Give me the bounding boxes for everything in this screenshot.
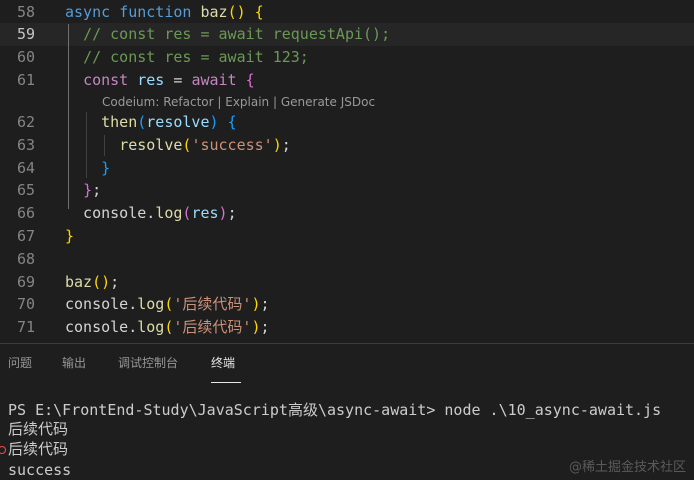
code-line[interactable]: 71 console.log('后续代码');	[0, 316, 694, 339]
code-line[interactable]: 65 };	[0, 179, 694, 202]
panel-tab-bar: 问题 输出 调试控制台 终端	[0, 344, 694, 384]
code-line[interactable]: 58 async function baz() {	[0, 1, 694, 24]
line-number: 64	[16, 159, 35, 177]
terminal-line: PS E:\FrontEnd-Study\JavaScript高级\async-…	[8, 401, 662, 419]
code-line[interactable]: 69 baz();	[0, 271, 694, 294]
tab-problems[interactable]: 问题	[8, 354, 32, 371]
line-number: 66	[16, 204, 35, 222]
codelens-separator: |	[269, 95, 281, 109]
codelens-refactor-link[interactable]: Refactor	[163, 95, 213, 109]
code-text: // const res = await 123;	[83, 48, 309, 66]
code-line[interactable]: 59 // const res = await requestApi();	[0, 23, 694, 46]
line-number: 62	[16, 113, 35, 131]
code-text: }	[101, 159, 111, 177]
code-line[interactable]: 64 }	[0, 157, 694, 180]
terminal-line: 后续代码	[8, 440, 69, 458]
code-line[interactable]: 67}	[0, 225, 694, 248]
line-number: 71	[16, 318, 35, 336]
line-number: 63	[16, 136, 35, 154]
codelens-separator: |	[213, 95, 226, 109]
indent-guide	[86, 112, 87, 178]
code-text: then(resolve) {	[101, 113, 237, 131]
code-text: const res = await {	[83, 71, 255, 89]
terminal-line: success	[8, 461, 72, 479]
code-text: // const res = await requestApi();	[83, 25, 391, 43]
code-text: resolve('success');	[119, 136, 291, 154]
code-text: async function baz() {	[65, 3, 264, 21]
line-number: 58	[16, 3, 35, 21]
line-number: 65	[16, 181, 35, 199]
code-line[interactable]: 60 // const res = await 123;	[0, 46, 694, 69]
line-number: 67	[16, 227, 35, 245]
indent-guide	[68, 24, 69, 209]
line-number: 60	[16, 48, 35, 66]
codelens-jsdoc-link[interactable]: Generate JSDoc	[281, 95, 375, 109]
code-editor[interactable]: 58 async function baz() { 59 // const res …	[0, 0, 694, 343]
line-number: 70	[16, 295, 35, 313]
code-text: }	[65, 227, 75, 245]
codeium-codelens: Codeium: Refactor | Explain | Generate J…	[102, 93, 375, 111]
code-line[interactable]: 70 console.log('后续代码');	[0, 293, 694, 316]
tab-debug-console[interactable]: 调试控制台	[118, 354, 178, 371]
code-line[interactable]: 61 const res = await {	[0, 69, 694, 92]
code-text: console.log(res);	[65, 204, 237, 222]
code-text: };	[83, 181, 102, 199]
code-line[interactable]: 62 then(resolve) {	[0, 111, 694, 134]
line-number: 61	[16, 71, 35, 89]
watermark: @稀土掘金技术社区	[568, 460, 686, 475]
tab-terminal[interactable]: 终端	[211, 354, 235, 371]
line-number: 68	[16, 250, 35, 268]
code-line[interactable]: 68	[0, 248, 694, 271]
code-text: console.log('后续代码');	[65, 318, 270, 336]
indent-guide	[104, 135, 105, 156]
tab-output[interactable]: 输出	[62, 354, 86, 371]
terminal-line: 后续代码	[8, 420, 69, 438]
code-text: baz();	[65, 273, 120, 291]
codelens-prefix: Codeium:	[102, 95, 164, 109]
line-number: 59	[16, 25, 35, 43]
code-line[interactable]: 66 console.log(res);	[0, 202, 694, 225]
code-text: console.log('后续代码');	[65, 295, 270, 313]
codelens-explain-link[interactable]: Explain	[225, 95, 269, 109]
active-tab-indicator	[211, 382, 241, 383]
line-number: 69	[16, 273, 35, 291]
